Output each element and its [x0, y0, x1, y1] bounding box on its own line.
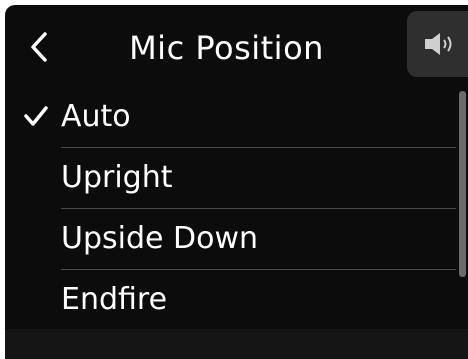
speaker-volume-icon — [425, 33, 452, 55]
option-label: Upside Down — [61, 221, 259, 256]
page-title: Mic Position — [129, 29, 324, 67]
option-upright[interactable]: Upright — [5, 148, 468, 209]
option-upside-down[interactable]: Upside Down — [5, 209, 468, 270]
header-bar: Mic Position — [5, 5, 468, 83]
device-screen: Mic Position Auto Upright Upside Down En… — [5, 5, 468, 359]
option-auto[interactable]: Auto — [5, 87, 468, 148]
option-endfire[interactable]: Endfire — [5, 270, 468, 331]
option-label: Auto — [61, 99, 131, 134]
footer-bar — [5, 329, 468, 359]
checkmark-icon — [24, 106, 48, 126]
option-label: Upright — [61, 160, 173, 195]
speaker-volume-button[interactable] — [407, 11, 468, 77]
option-list: Auto Upright Upside Down Endfire — [5, 87, 468, 331]
option-label: Endfire — [61, 282, 168, 317]
scrollbar[interactable] — [459, 91, 466, 277]
